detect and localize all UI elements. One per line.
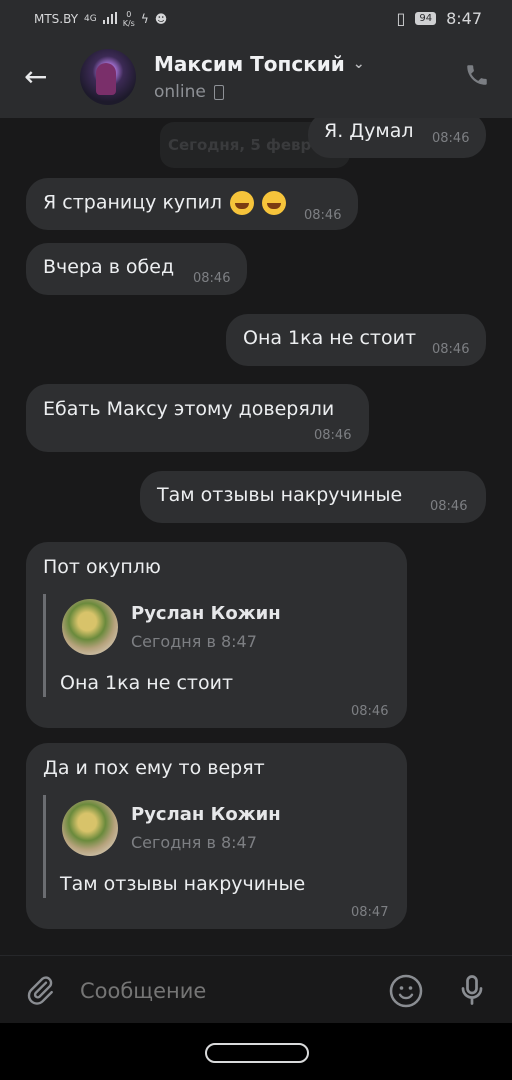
message-text: Пот окуплю bbox=[43, 556, 161, 578]
flash-icon: ϟ bbox=[140, 12, 149, 26]
status-left: MTS.BY 4G 0 K/s ϟ ☻ bbox=[34, 10, 167, 28]
contact-title[interactable]: Максим Топский ⌄ bbox=[154, 52, 365, 76]
system-navigation-bar bbox=[0, 1023, 512, 1080]
reply-quote[interactable]: Руслан Кожин Сегодня в 8:47 Она 1ка не с… bbox=[43, 594, 386, 697]
reply-text: Она 1ка не стоит bbox=[60, 672, 234, 694]
contact-status: online bbox=[154, 82, 224, 102]
message-bubble-incoming[interactable]: Вчера в обед 08:46 bbox=[26, 243, 247, 295]
message-bubble-incoming-with-reply[interactable]: Да и пох ему то верят Руслан Кожин Сегод… bbox=[26, 743, 407, 929]
phone-call-icon[interactable] bbox=[464, 62, 490, 92]
message-time: 08:46 bbox=[432, 131, 470, 146]
home-gesture-pill[interactable] bbox=[205, 1043, 309, 1063]
reply-author: Руслан Кожин bbox=[131, 603, 281, 624]
speed-value: 0 bbox=[126, 10, 132, 19]
reply-avatar bbox=[62, 800, 118, 856]
message-bubble-outgoing[interactable]: Она 1ка не стоит 08:46 bbox=[226, 314, 486, 366]
message-time: 08:46 bbox=[432, 342, 470, 357]
message-time: 08:46 bbox=[430, 499, 468, 514]
signal-icon bbox=[102, 11, 117, 27]
message-bubble-outgoing[interactable]: Там отзывы накручиные 08:46 bbox=[140, 471, 486, 523]
status-right: ▯ 94 8:47 bbox=[397, 9, 482, 28]
online-status: online bbox=[154, 82, 206, 102]
microphone-icon[interactable] bbox=[454, 972, 490, 1012]
laughing-emoji-icon bbox=[230, 191, 255, 215]
message-bubble-outgoing[interactable]: Я. Думал 08:46 bbox=[308, 118, 486, 158]
message-text-wrap: Я страницу купил bbox=[43, 191, 287, 215]
clock: 8:47 bbox=[446, 9, 482, 28]
message-text: Вчера в обед bbox=[43, 256, 175, 278]
network-label: 4G bbox=[84, 14, 97, 24]
message-bubble-incoming[interactable]: Я страницу купил 08:46 bbox=[26, 178, 358, 230]
paperclip-icon[interactable] bbox=[24, 974, 56, 1010]
message-time: 08:46 bbox=[193, 271, 231, 286]
vibrate-icon: ▯ bbox=[396, 9, 406, 28]
message-bubble-incoming[interactable]: Ебать Максу этому доверяли 08:46 bbox=[26, 384, 369, 452]
chat-header: ← Максим Топский ⌄ online bbox=[0, 38, 512, 118]
reply-author: Руслан Кожин bbox=[131, 804, 281, 825]
message-text: Ебать Максу этому доверяли bbox=[43, 398, 335, 420]
carrier-label: MTS.BY bbox=[34, 12, 79, 26]
contact-name: Максим Топский bbox=[154, 52, 345, 76]
message-input[interactable] bbox=[78, 972, 372, 1010]
message-text: Да и пох ему то верят bbox=[43, 757, 265, 779]
message-bubble-incoming-with-reply[interactable]: Пот окуплю Руслан Кожин Сегодня в 8:47 О… bbox=[26, 542, 407, 728]
speed-indicator: 0 K/s bbox=[123, 10, 135, 28]
message-time: 08:46 bbox=[351, 704, 389, 719]
app-notification-icon: ☻ bbox=[154, 12, 168, 26]
message-time: 08:47 bbox=[351, 905, 389, 920]
message-time: 08:46 bbox=[304, 208, 342, 223]
back-arrow-icon[interactable]: ← bbox=[24, 60, 47, 93]
reply-timestamp: Сегодня в 8:47 bbox=[131, 632, 257, 651]
message-text: Я. Думал bbox=[324, 120, 414, 142]
reply-text: Там отзывы накручиные bbox=[60, 873, 306, 895]
contact-avatar[interactable] bbox=[80, 49, 136, 105]
message-text: Там отзывы накручиные bbox=[157, 484, 403, 506]
message-text: Она 1ка не стоит bbox=[243, 327, 417, 349]
mobile-device-icon bbox=[213, 84, 224, 100]
message-composer bbox=[0, 955, 512, 1024]
message-text: Я страницу купил bbox=[43, 191, 223, 214]
reply-timestamp: Сегодня в 8:47 bbox=[131, 833, 257, 852]
message-time: 08:46 bbox=[314, 428, 352, 443]
message-list[interactable]: Сегодня, 5 февраля Я. Думал 08:46 Я стра… bbox=[0, 118, 512, 953]
reply-quote[interactable]: Руслан Кожин Сегодня в 8:47 Там отзывы н… bbox=[43, 795, 386, 898]
reply-avatar bbox=[62, 599, 118, 655]
emoji-smile-icon[interactable] bbox=[388, 973, 424, 1013]
chevron-down-icon: ⌄ bbox=[352, 56, 365, 72]
laughing-emoji-icon bbox=[262, 191, 287, 215]
speed-unit: K/s bbox=[122, 19, 135, 28]
status-bar: MTS.BY 4G 0 K/s ϟ ☻ ▯ 94 8:47 bbox=[0, 0, 512, 38]
battery-indicator: 94 bbox=[415, 12, 437, 25]
